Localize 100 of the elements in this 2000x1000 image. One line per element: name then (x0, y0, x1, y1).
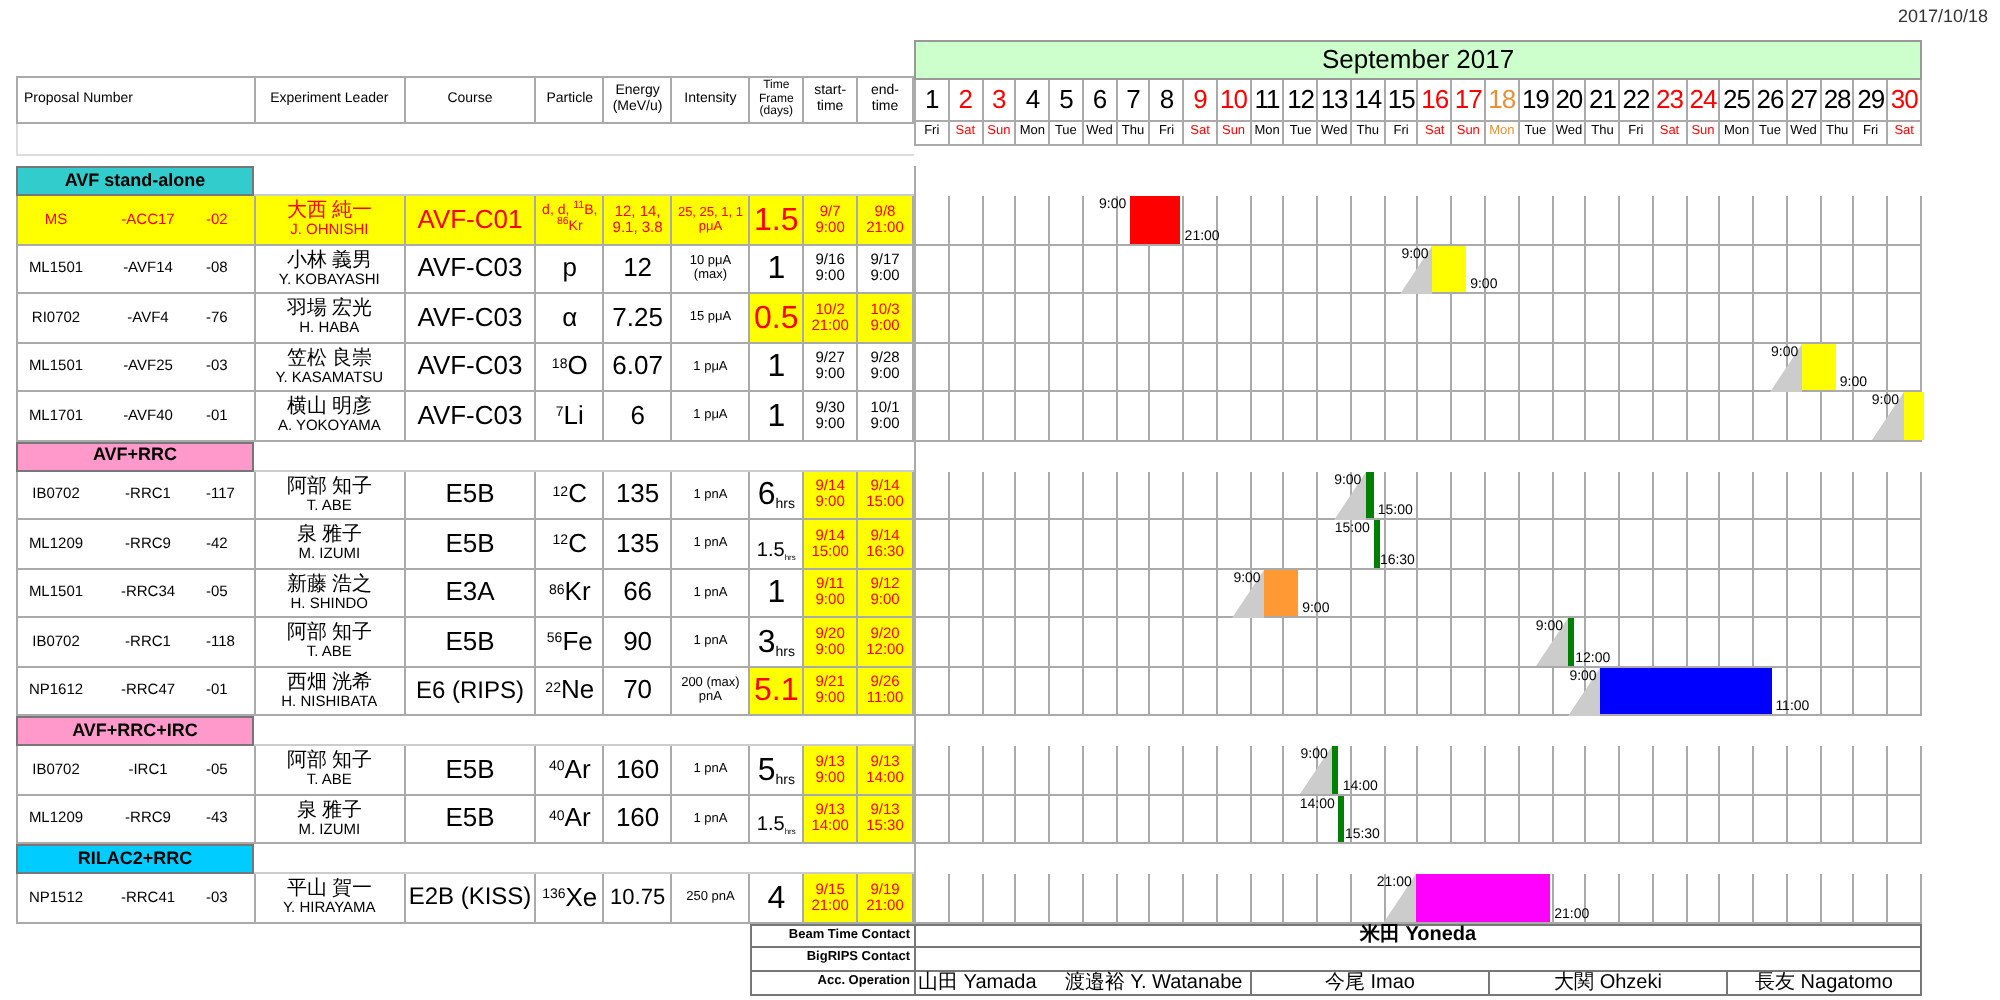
calendar-cell (1486, 196, 1520, 245)
calendar-cell (1217, 294, 1252, 343)
calendar-cell (1653, 746, 1688, 795)
calendar-cell (1519, 795, 1554, 844)
energy-value: 66 (623, 578, 653, 607)
calendar-cell (1217, 196, 1252, 245)
calendar-cell (949, 392, 984, 441)
day-number: 12 (1284, 80, 1319, 121)
course-name: AVF-C03 (417, 303, 523, 332)
leader-name-japanese: 西畑 洸希 (286, 671, 373, 694)
leader-name-japanese: 平山 賀一 (286, 878, 373, 901)
calendar-cell (1754, 294, 1788, 343)
time-frame-value: 5 (757, 755, 776, 787)
course-name: AVF-C01 (417, 205, 523, 234)
calendar-cell (1653, 874, 1688, 923)
calendar-cell (1050, 874, 1084, 923)
calendar-cell (1418, 746, 1453, 795)
calendar-cell (1284, 471, 1319, 520)
calendar-cell (1284, 245, 1319, 294)
calendar-cell (1385, 569, 1419, 618)
calendar-cell (1519, 294, 1554, 343)
calendar-cell (983, 569, 1017, 618)
calendar-cell (1284, 294, 1319, 343)
calendar-cell (1217, 874, 1252, 923)
calendar-cell (1687, 196, 1721, 245)
energy-value: 6 (630, 401, 645, 430)
day-number: 24 (1687, 80, 1721, 121)
day-number: 4 (1016, 80, 1051, 121)
calendar-cell (983, 471, 1017, 520)
calendar-cell (983, 746, 1017, 795)
calendar-cell (1016, 294, 1051, 343)
calendar-cell (1854, 294, 1889, 343)
particle-name: $^{56}$Fe (546, 627, 593, 656)
calendar-cell (1217, 520, 1252, 569)
leader-name-japanese: 泉 雅子 (296, 799, 363, 822)
calendar-cell (1754, 520, 1788, 569)
time-frame-value: 5.1 (754, 676, 799, 708)
calendar-cell (1385, 343, 1419, 392)
calendar-cell (1486, 667, 1520, 716)
calendar-cell (1687, 343, 1721, 392)
calendar-cell (1687, 471, 1721, 520)
calendar-cell (1150, 618, 1185, 667)
calendar-cell (1586, 520, 1621, 569)
calendar-cell (1854, 520, 1889, 569)
calendar-cell (1452, 520, 1487, 569)
calendar-cell (1184, 569, 1218, 618)
calendar-cell (1519, 471, 1554, 520)
operator-name: 渡邉裕 Y. Watanabe (1064, 971, 1243, 993)
calendar-cell (983, 520, 1017, 569)
calendar-cell (949, 746, 984, 795)
calendar-cell (1888, 294, 1922, 343)
calendar-cell (1888, 569, 1922, 618)
time-frame-value: 1.5 (756, 541, 785, 561)
leader-name-japanese: 泉 雅子 (296, 524, 363, 547)
calendar-cell (1720, 746, 1755, 795)
calendar-cell (1117, 618, 1151, 667)
energy-value: 135 (615, 529, 660, 558)
calendar-cell (1251, 874, 1285, 923)
calendar-cell (1821, 196, 1855, 245)
calendar-cell (1888, 520, 1922, 569)
calendar-cell (1083, 392, 1118, 441)
calendar-cell (1184, 520, 1218, 569)
calendar-cell (1217, 343, 1252, 392)
calendar-cell (1318, 392, 1352, 441)
calendar-cell (1050, 569, 1084, 618)
calendar-cell (1184, 471, 1218, 520)
calendar-cell (1452, 392, 1487, 441)
calendar-cell (1318, 874, 1352, 923)
calendar-cell (1217, 746, 1252, 795)
course-name: E5B (445, 480, 495, 509)
calendar-cell (1150, 874, 1185, 923)
calendar-cell (1787, 746, 1822, 795)
calendar-cell (1117, 795, 1151, 844)
calendar-cell (1016, 520, 1051, 569)
calendar-cell (1217, 392, 1252, 441)
calendar-cell (1452, 667, 1487, 716)
calendar-cell (949, 294, 984, 343)
day-number: 8 (1150, 80, 1185, 121)
calendar-cell (1787, 520, 1822, 569)
calendar-cell (1452, 471, 1487, 520)
particle-name: $^{22}$Ne (545, 676, 595, 705)
calendar-cell (1519, 746, 1554, 795)
day-number: 29 (1854, 80, 1889, 121)
calendar-cell (1888, 746, 1922, 795)
calendar-cell (1586, 471, 1621, 520)
calendar-cell (1888, 245, 1922, 294)
particle-name: $^{12}$C (552, 529, 587, 558)
calendar-cell (1787, 392, 1822, 441)
calendar-cell (1284, 618, 1319, 667)
calendar-cell (1050, 746, 1084, 795)
calendar-cell (1452, 294, 1487, 343)
calendar-cell (1351, 294, 1386, 343)
calendar-cell (1821, 294, 1855, 343)
day-number: 2 (949, 80, 984, 121)
calendar-cell (1016, 196, 1051, 245)
calendar-cell (1150, 667, 1185, 716)
calendar-cell (1385, 392, 1419, 441)
calendar-cell (1016, 667, 1051, 716)
calendar-cell (1821, 618, 1855, 667)
section-header: AVF+RRC+IRC (16, 716, 254, 746)
